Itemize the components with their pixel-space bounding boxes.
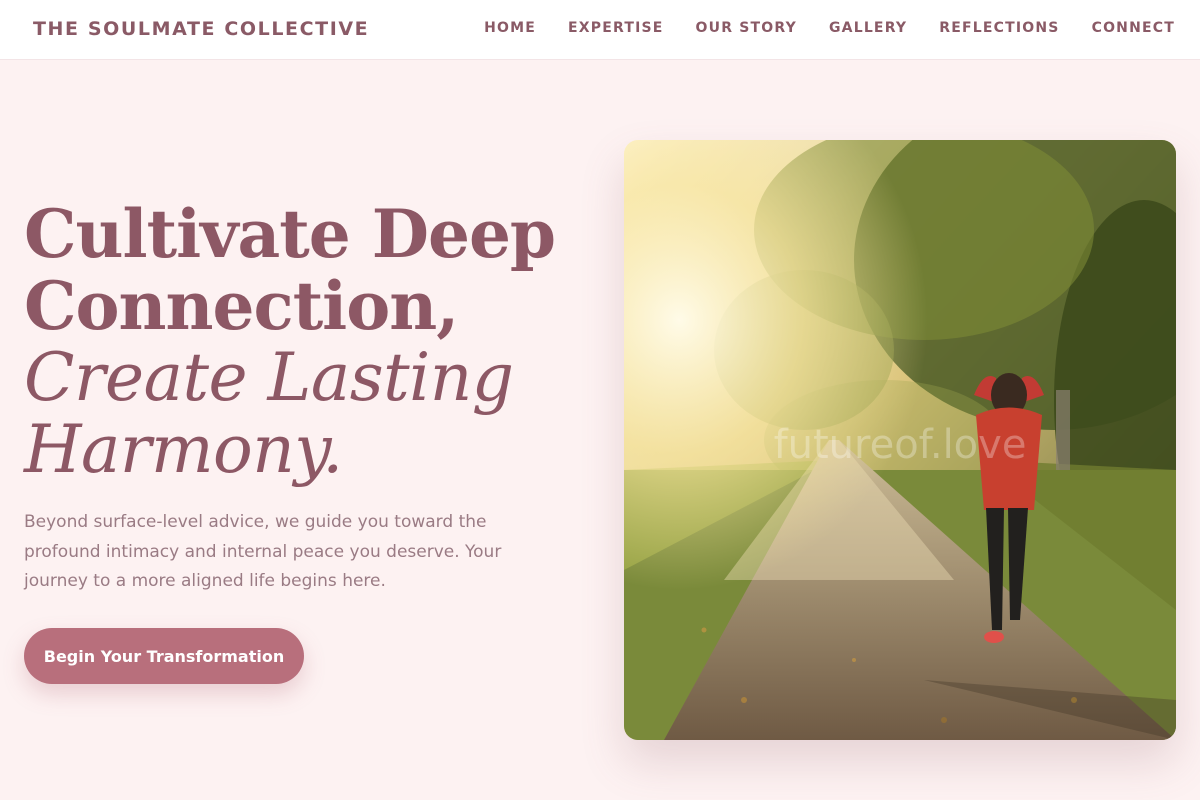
hero-title-line-1: Cultivate Deep [24,195,556,273]
main-nav: HOME EXPERTISE OUR STORY GALLERY REFLECT… [484,20,1175,36]
begin-transformation-button[interactable]: Begin Your Transformation [24,628,304,684]
hero-title-line-3: Create Lasting [24,339,514,416]
hero-photo: futureof.love [624,140,1176,740]
hero-title: Cultivate Deep Connection, Create Lastin… [24,198,594,486]
nav-our-story[interactable]: OUR STORY [696,20,797,36]
nav-connect[interactable]: CONNECT [1092,20,1175,36]
top-navigation-bar: THE SOULMATE COLLECTIVE HOME EXPERTISE O… [0,0,1200,60]
nav-gallery[interactable]: GALLERY [829,20,907,36]
nav-home[interactable]: HOME [484,20,536,36]
nav-expertise[interactable]: EXPERTISE [568,20,664,36]
brand-logo[interactable]: THE SOULMATE COLLECTIVE [33,18,369,40]
nav-reflections[interactable]: REFLECTIONS [939,20,1059,36]
hero-description: Beyond surface-level advice, we guide yo… [24,512,502,591]
hero-title-line-2: Connection, [24,267,459,345]
hero-title-line-4: Harmony. [24,411,343,488]
woman-walking-on-path-image [624,140,1176,740]
